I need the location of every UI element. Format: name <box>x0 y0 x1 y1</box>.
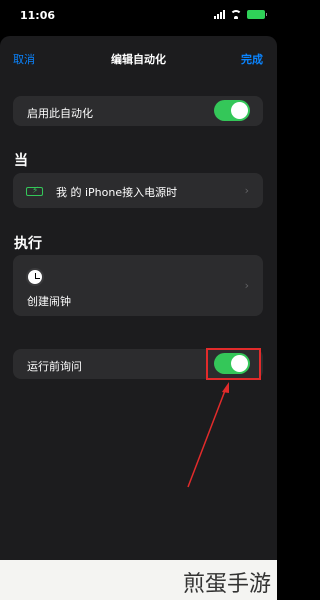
watermark-text: 煎蛋手游 <box>182 572 271 597</box>
annotation-arrow <box>187 382 229 488</box>
watermark-bar: 煎蛋手游 <box>0 560 277 600</box>
